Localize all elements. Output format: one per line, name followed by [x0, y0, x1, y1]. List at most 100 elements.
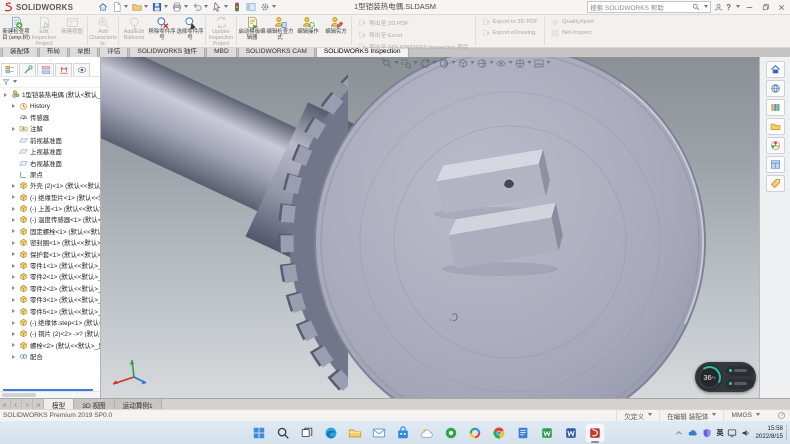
tree-item[interactable]: (-) 绝缘垫片<1> (默认<<默认>_显 — [0, 192, 100, 203]
qat-button[interactable] — [171, 1, 189, 13]
tree-item[interactable]: 密封圈<1> (默认<<默认>_显示状 — [0, 237, 100, 248]
tree-item[interactable]: 零件1<1> (默认<<默认>_显示状态 — [0, 260, 100, 271]
tree-item[interactable]: 注解 — [0, 123, 100, 134]
widget-button[interactable] — [726, 366, 754, 376]
tree-item[interactable]: 螺栓<2> (默认<<默认>_显示状态 — [0, 340, 100, 351]
export-menu-item[interactable]: Export to 3D PDF — [482, 18, 538, 26]
tray-display-icon[interactable] — [727, 428, 737, 438]
tree-item[interactable]: 零件2<2> (默认<<默认>_显示状态 — [0, 283, 100, 294]
tree-item[interactable]: 传感器 — [0, 112, 100, 123]
zoom-level-dial[interactable]: 36 % — [697, 365, 722, 390]
tree-item[interactable]: 1型铠装热电偶 (默认<默认_显示状态-1> — [0, 89, 100, 100]
hud-button[interactable] — [401, 58, 418, 69]
expand-arrow-icon[interactable] — [12, 184, 17, 188]
ribbon-button[interactable]: Update Inspection Project — [207, 15, 235, 47]
ribbon-button[interactable]: 移除零件序号 — [148, 15, 176, 47]
tree-item[interactable]: 前视基准面 — [0, 135, 100, 146]
task-pane-tab[interactable] — [766, 61, 785, 78]
chevron-up-icon[interactable] — [674, 428, 684, 438]
taskbar-app[interactable] — [345, 423, 365, 443]
expand-arrow-icon[interactable] — [12, 275, 17, 279]
tree-item[interactable]: 右视基准面 — [0, 157, 100, 168]
hud-button[interactable] — [439, 58, 456, 69]
expand-arrow-icon[interactable] — [12, 195, 17, 199]
export-menu-item[interactable]: Export eDrawing — [482, 29, 538, 37]
status-gauge-icon[interactable] — [777, 411, 786, 420]
manager-tab[interactable] — [1, 63, 18, 76]
export-menu-item[interactable]: Net-Inspect — [551, 29, 594, 37]
tree-item[interactable]: History — [0, 100, 100, 111]
task-pane-tab[interactable] — [766, 118, 785, 135]
qat-button[interactable] — [151, 1, 169, 13]
qat-button[interactable] — [231, 1, 243, 13]
tray-shield-icon[interactable] — [702, 428, 712, 438]
expand-arrow-icon[interactable] — [12, 229, 17, 233]
expand-arrow-icon[interactable] — [12, 298, 17, 302]
tree-filter[interactable] — [0, 77, 100, 88]
hud-button[interactable] — [458, 58, 475, 69]
taskbar-clock[interactable]: 15:58 2022/8/15 — [755, 425, 787, 440]
task-pane-tab[interactable] — [766, 175, 785, 192]
tree-item[interactable]: 外壳 (2)<1> (默认<<默认>_显示状 — [0, 180, 100, 191]
qat-button[interactable] — [245, 1, 257, 13]
expand-arrow-icon[interactable] — [12, 309, 17, 313]
help-search-box[interactable]: 搜索 SOLIDWORKS 帮助 — [587, 1, 711, 13]
expand-arrow-icon[interactable] — [12, 321, 17, 325]
scrollbar-thumb[interactable] — [2, 393, 36, 397]
status-cell[interactable]: 欠定义 — [616, 410, 659, 421]
manager-tab[interactable] — [73, 63, 90, 76]
qat-button[interactable] — [259, 1, 277, 13]
manager-tab[interactable] — [19, 63, 36, 76]
taskbar-app[interactable] — [441, 423, 461, 443]
tray-volume-icon[interactable] — [741, 428, 751, 438]
ribbon-button[interactable]: 选择零件序号 — [176, 15, 204, 47]
ribbon-button[interactable]: Add Characteristic — [89, 15, 117, 47]
expand-arrow-icon[interactable] — [12, 264, 17, 268]
taskbar-app[interactable] — [369, 423, 389, 443]
taskbar-app[interactable] — [321, 423, 341, 443]
task-pane-tab[interactable] — [766, 99, 785, 116]
expand-arrow-icon[interactable] — [12, 127, 17, 131]
ribbon-button[interactable]: 编辑实方 — [322, 15, 350, 47]
expand-arrow-icon[interactable] — [12, 355, 17, 359]
status-cell[interactable]: MMGS — [723, 410, 767, 421]
qat-button[interactable] — [191, 1, 209, 13]
expand-arrow-icon[interactable] — [12, 343, 17, 347]
minimize-button[interactable] — [743, 2, 756, 13]
model-3d-view[interactable] — [100, 57, 760, 399]
expand-arrow-icon[interactable] — [12, 252, 17, 256]
taskbar-app[interactable] — [297, 423, 317, 443]
status-cell[interactable]: 在编辑 装配体 — [659, 410, 723, 421]
ribbon-button[interactable]: 新建检查项目 (amp;树) — [2, 15, 30, 47]
ribbon-button[interactable]: 启动模板编辑器 — [238, 15, 266, 47]
ime-indicator[interactable]: 英 — [716, 428, 723, 438]
task-pane-tab[interactable] — [766, 137, 785, 154]
tree-item[interactable]: (-) 绝缘体.step<1> (默认<<默认 — [0, 317, 100, 328]
tree-item[interactable]: 零件2<1> (默认<<默认>_显示状态 — [0, 271, 100, 282]
hud-button[interactable] — [515, 58, 532, 69]
qat-button[interactable] — [211, 1, 229, 13]
expand-arrow-icon[interactable] — [12, 286, 17, 290]
tree-item[interactable]: 配合 — [0, 351, 100, 362]
hud-button[interactable] — [477, 58, 494, 69]
taskbar-app[interactable] — [249, 423, 269, 443]
help-button[interactable]: ? — [726, 3, 731, 12]
ribbon-button[interactable]: 新建视图 — [58, 15, 86, 47]
qat-button[interactable] — [131, 1, 149, 13]
close-button[interactable] — [775, 2, 788, 13]
taskbar-app[interactable] — [585, 423, 605, 443]
hud-button[interactable] — [382, 58, 399, 69]
tree-item[interactable]: 固定螺栓<1> (默认<<默认>_显示 — [0, 226, 100, 237]
export-menu-item[interactable]: 导出至 Excel — [358, 30, 469, 39]
restore-button[interactable] — [759, 2, 772, 13]
expand-arrow-icon[interactable] — [12, 241, 17, 245]
hud-button[interactable] — [496, 58, 513, 69]
taskbar-app[interactable] — [417, 423, 437, 443]
taskbar-app[interactable] — [513, 423, 533, 443]
expand-arrow-icon[interactable] — [12, 332, 17, 336]
expand-arrow-icon[interactable] — [4, 93, 9, 97]
ribbon-button[interactable]: Edit Inspection Project — [30, 15, 58, 47]
hud-button[interactable] — [420, 58, 437, 69]
graphics-viewport[interactable]: 36 % — [100, 57, 760, 399]
tray-onedrive-icon[interactable] — [688, 428, 698, 438]
